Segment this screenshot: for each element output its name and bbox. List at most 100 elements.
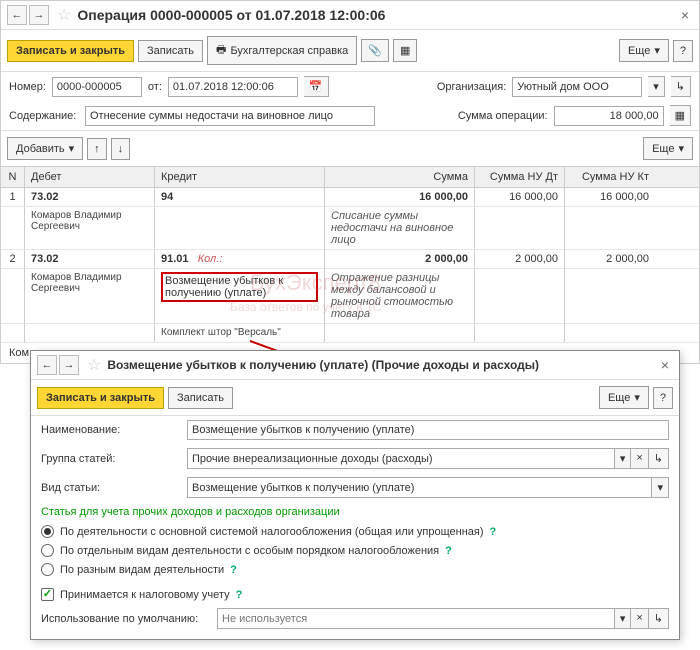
more-button[interactable]: Еще ▾	[599, 386, 649, 409]
printer-icon: 🖶	[216, 41, 226, 60]
calendar-icon[interactable]: 📅	[304, 76, 329, 97]
open-icon[interactable]: ↳	[649, 448, 669, 469]
cell-nud: 2 000,00	[475, 250, 565, 268]
add-button[interactable]: Добавить ▾	[7, 137, 83, 160]
chevron-down-icon: ▾	[678, 142, 684, 155]
sum-input[interactable]	[554, 106, 664, 126]
radio-label: По деятельности с основной системой нало…	[60, 526, 484, 538]
col-debet[interactable]: Дебет	[25, 167, 155, 187]
org-open-icon[interactable]: ↳	[671, 76, 691, 97]
nav-forward-button[interactable]: →	[29, 5, 49, 25]
date-input[interactable]	[168, 77, 298, 97]
kind-row: Вид статьи: ▾	[31, 473, 679, 502]
default-label: Использование по умолчанию:	[41, 613, 211, 625]
dropdown-icon[interactable]: ▾	[652, 477, 669, 498]
cell-n: 1	[1, 188, 25, 206]
radio-label: По отдельным видам деятельности с особым…	[60, 545, 439, 557]
calc-icon[interactable]: ▦	[670, 105, 691, 126]
number-input[interactable]	[52, 77, 142, 97]
close-icon[interactable]: ×	[677, 7, 693, 23]
postings-grid: N Дебет Кредит Сумма Сумма НУ Дт Сумма Н…	[1, 166, 699, 343]
nav-forward-button[interactable]: →	[59, 355, 79, 375]
table-row[interactable]: Комплект штор "Версаль"	[1, 324, 699, 343]
help-button[interactable]: ?	[653, 387, 673, 409]
dialog-window: ← → ☆ Возмещение убытков к получению (уп…	[30, 350, 680, 640]
move-up-button[interactable]: ↑	[87, 138, 107, 160]
cell-nud: 16 000,00	[475, 188, 565, 206]
template-button[interactable]: ▦	[393, 39, 417, 62]
radio-icon[interactable]	[41, 544, 54, 557]
cell-deb-acc: 73.02	[31, 253, 59, 265]
more-label: Еще	[628, 45, 650, 57]
header-row-1: Номер: от: 📅 Организация: ▾ ↳	[1, 72, 699, 101]
kind-label: Вид статьи:	[41, 482, 181, 494]
cell-desc: Списание суммы недостачи на виновное лиц…	[325, 207, 475, 249]
more-button[interactable]: Еще ▾	[619, 39, 669, 62]
group-row: Группа статей: ▾ × ↳	[31, 444, 679, 473]
save-button[interactable]: Записать	[168, 387, 233, 409]
table-row[interactable]: Комаров Владимир Сергеевич Списание сумм…	[1, 207, 699, 250]
cell-kre-sub-highlighted: Возмещение убытков к получению (уплате)	[161, 272, 318, 302]
col-nud[interactable]: Сумма НУ Дт	[475, 167, 565, 187]
radio-icon[interactable]	[41, 563, 54, 576]
org-label: Организация:	[437, 81, 506, 93]
content-input[interactable]	[85, 106, 375, 126]
table-row[interactable]: 1 73.02 94 16 000,00 16 000,00 16 000,00	[1, 188, 699, 207]
chevron-down-icon: ▾	[654, 44, 660, 57]
org-dropdown-icon[interactable]: ▾	[648, 76, 665, 97]
titlebar: ← → ☆ Операция 0000-000005 от 01.07.2018…	[1, 1, 699, 30]
sum-label: Сумма операции:	[458, 110, 548, 122]
cell-nuk: 2 000,00	[565, 250, 655, 268]
close-icon[interactable]: ×	[657, 357, 673, 373]
help-icon[interactable]: ?	[230, 564, 237, 576]
group-input[interactable]	[187, 448, 615, 469]
favorite-icon[interactable]: ☆	[57, 5, 71, 25]
open-icon[interactable]: ↳	[649, 608, 669, 629]
attach-button[interactable]: 📎	[361, 39, 389, 62]
dialog-toolbar: Записать и закрыть Записать Еще ▾ ?	[31, 380, 679, 416]
main-window: ← → ☆ Операция 0000-000005 от 01.07.2018…	[0, 0, 700, 364]
default-input[interactable]	[217, 608, 615, 629]
help-icon[interactable]: ?	[445, 545, 452, 557]
cell-sum: 2 000,00	[425, 253, 468, 265]
col-sum[interactable]: Сумма	[325, 167, 475, 187]
col-kredit[interactable]: Кредит	[155, 167, 325, 187]
save-button[interactable]: Записать	[138, 40, 203, 62]
cell-sum: 16 000,00	[419, 191, 468, 203]
main-toolbar: Записать и закрыть Записать 🖶 Бухгалтерс…	[1, 30, 699, 72]
favorite-icon[interactable]: ☆	[87, 355, 101, 375]
save-and-close-button[interactable]: Записать и закрыть	[7, 40, 134, 62]
save-and-close-button[interactable]: Записать и закрыть	[37, 387, 164, 409]
col-nuk[interactable]: Сумма НУ Кт	[565, 167, 655, 187]
checkbox-row[interactable]: ✓ Принимается к налоговому учету ?	[31, 585, 679, 604]
help-icon[interactable]: ?	[236, 589, 243, 601]
name-label: Наименование:	[41, 424, 181, 436]
clear-icon[interactable]: ×	[631, 448, 648, 469]
table-row[interactable]: Комаров Владимир Сергеевич Возмещение уб…	[1, 269, 699, 324]
help-icon[interactable]: ?	[490, 526, 497, 538]
cell-deb-sub: Комаров Владимир Сергеевич	[25, 207, 155, 249]
clear-icon[interactable]: ×	[631, 608, 648, 629]
nav-back-button[interactable]: ←	[37, 355, 57, 375]
dropdown-icon[interactable]: ▾	[615, 608, 632, 629]
nav-back-button[interactable]: ←	[7, 5, 27, 25]
dropdown-icon[interactable]: ▾	[615, 448, 632, 469]
move-down-button[interactable]: ↓	[111, 138, 131, 160]
table-row[interactable]: 2 73.02 91.01 Кол.: 2 000,00 2 000,00 2 …	[1, 250, 699, 269]
org-input[interactable]	[512, 77, 642, 97]
radio-row-3[interactable]: По разным видам деятельности ?	[31, 560, 679, 579]
grid-more-button[interactable]: Еще ▾	[643, 137, 693, 160]
cell-nuk: 16 000,00	[565, 188, 655, 206]
header-row-2: Содержание: Сумма операции: ▦	[1, 101, 699, 130]
radio-row-1[interactable]: По деятельности с основной системой нало…	[31, 522, 679, 541]
help-button[interactable]: ?	[673, 40, 693, 62]
group-label: Группа статей:	[41, 453, 181, 465]
radio-selected-icon[interactable]	[41, 525, 54, 538]
accounting-note-button[interactable]: 🖶 Бухгалтерская справка	[207, 36, 357, 65]
name-input[interactable]	[187, 420, 669, 440]
checkbox-checked-icon[interactable]: ✓	[41, 588, 54, 601]
radio-row-2[interactable]: По отдельным видам деятельности с особым…	[31, 541, 679, 560]
add-label: Добавить	[16, 143, 65, 155]
kind-input[interactable]	[187, 477, 652, 498]
more-label: Еще	[652, 143, 674, 155]
